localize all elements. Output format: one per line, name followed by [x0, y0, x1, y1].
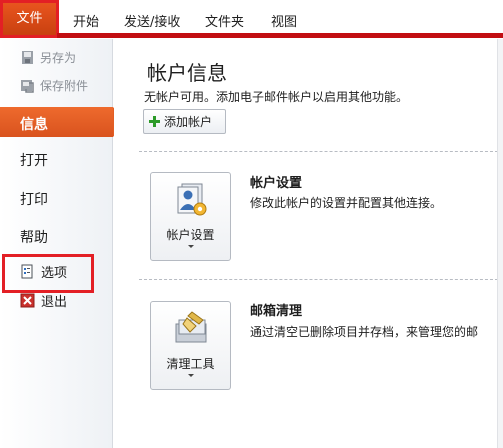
- cleanup-tools-button[interactable]: 清理工具: [150, 301, 231, 390]
- backstage-nav: [0, 39, 113, 448]
- mailbox-cleanup-icon: [172, 310, 210, 348]
- tab-folder[interactable]: 文件夹: [205, 11, 244, 30]
- nav-save-as[interactable]: 另存为: [20, 49, 76, 66]
- tab-home[interactable]: 开始: [73, 11, 99, 30]
- mailbox-cleanup-description: 通过清空已删除项目并存档，来管理您的邮: [250, 325, 479, 339]
- account-info-panel: 帐户信息 无帐户可用。添加电子邮件帐户以启用其他功能。 添加帐户 帐户设置 帐户…: [114, 39, 503, 448]
- page-subtitle: 无帐户可用。添加电子邮件帐户以启用其他功能。: [144, 90, 409, 104]
- save-attachments-icon: [20, 78, 35, 93]
- nav-save-attachments[interactable]: 保存附件: [20, 77, 88, 94]
- chevron-down-icon: [188, 245, 194, 248]
- nav-open[interactable]: 打开: [20, 150, 48, 170]
- nav-print[interactable]: 打印: [20, 189, 48, 209]
- chevron-down-icon: [188, 374, 194, 377]
- ribbon-accent-bar: [57, 33, 503, 38]
- tab-send-receive[interactable]: 发送/接收: [124, 11, 180, 30]
- page-title: 帐户信息: [147, 61, 227, 85]
- nav-help[interactable]: 帮助: [20, 227, 48, 247]
- account-settings-title: 帐户设置: [250, 176, 303, 191]
- account-settings-button[interactable]: 帐户设置: [150, 172, 231, 261]
- add-account-button[interactable]: 添加帐户: [143, 109, 226, 134]
- add-account-label: 添加帐户: [164, 115, 213, 129]
- account-settings-icon: [172, 181, 210, 219]
- options-highlight-box: [2, 254, 94, 293]
- account-settings-button-label: 帐户设置: [166, 228, 215, 242]
- account-settings-description: 修改此帐户的设置并配置其他连接。: [250, 196, 443, 210]
- nav-info[interactable]: [0, 107, 113, 137]
- file-tab-highlight-box: [0, 0, 59, 38]
- section-divider: [139, 151, 503, 152]
- mailbox-cleanup-title: 邮箱清理: [250, 304, 303, 319]
- ribbon-tab-strip: 文件 开始 发送/接收 文件夹 视图: [0, 0, 503, 38]
- save-as-icon: [20, 50, 35, 65]
- exit-icon: [20, 293, 35, 308]
- tab-view[interactable]: 视图: [271, 11, 297, 30]
- nav-exit[interactable]: 退出: [20, 291, 67, 310]
- nav-save-as-label: 另存为: [40, 51, 77, 65]
- cleanup-tools-button-label: 清理工具: [166, 357, 215, 371]
- nav-info-label: 信息: [20, 117, 48, 133]
- nav-exit-label: 退出: [41, 295, 68, 310]
- scrollbar[interactable]: [497, 39, 503, 448]
- plus-icon: [149, 116, 160, 127]
- section-divider: [139, 279, 503, 280]
- nav-save-attachments-label: 保存附件: [40, 79, 89, 93]
